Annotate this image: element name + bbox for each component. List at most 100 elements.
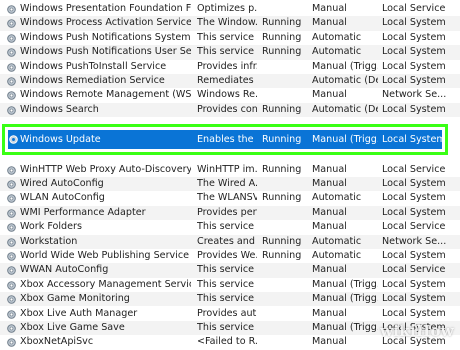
service-row-windows-update[interactable]: Windows Update Enables the ... Running M… — [8, 130, 444, 149]
gear-icon — [7, 194, 16, 204]
service-row[interactable]: World Wide Web Publishing Service Provide… — [0, 249, 460, 263]
service-row[interactable]: Windows Remote Management (WS-Man... Wind… — [0, 88, 460, 102]
gear-icon — [7, 5, 16, 14]
service-startup-type: Automatic — [312, 192, 362, 204]
service-row[interactable]: WLAN AutoConfig The WLANSV... Running Autom… — [0, 191, 460, 205]
service-log-on-as: Local System — [382, 60, 446, 72]
services-list: Windows Presentation Foundation Font C..… — [0, 0, 460, 347]
service-startup-type: Automatic — [312, 46, 362, 58]
service-name: Windows Update — [20, 134, 101, 145]
service-row[interactable]: WMI Performance Adapter Provides perf... M… — [0, 205, 460, 221]
service-row[interactable]: Xbox Live Auth Manager Provides aut... Man… — [0, 307, 460, 321]
service-startup-type: Manual — [312, 336, 347, 348]
service-name: XboxNetApiSvc — [20, 336, 94, 348]
gear-icon — [7, 324, 16, 333]
service-row[interactable]: Windows Process Activation Service The Wi… — [0, 16, 460, 31]
service-startup-type: Manual — [312, 163, 347, 175]
gear-icon — [7, 165, 16, 175]
service-row[interactable]: Workstation Creates and ... Running Automat… — [0, 234, 460, 249]
gear-icon — [7, 266, 16, 276]
service-log-on-as: Local System — [382, 249, 446, 261]
service-status: Running — [262, 17, 302, 29]
service-name: Xbox Live Game Save — [20, 321, 125, 333]
service-description: This service r... — [197, 31, 257, 43]
service-name: Xbox Live Auth Manager — [20, 307, 138, 319]
service-log-on-as: Local System — [382, 46, 446, 58]
service-log-on-as: Local System — [382, 103, 446, 115]
service-description: Remediates ... — [197, 75, 257, 86]
service-startup-type: Manual — [312, 3, 347, 14]
service-description: Provides con... — [197, 103, 257, 115]
service-description: This service h... — [197, 46, 257, 58]
service-row[interactable]: Windows Search Provides con... Running Auto… — [0, 102, 460, 118]
service-log-on-as: Local System — [382, 206, 446, 218]
gear-icon — [7, 252, 16, 261]
service-startup-type: Manual — [312, 177, 347, 189]
service-description: This service ... — [197, 321, 257, 333]
service-description: Provides perf... — [197, 206, 257, 218]
service-name: Windows Push Notifications System Servic… — [20, 31, 191, 43]
service-row[interactable]: Windows Push Notifications User Service_… — [0, 45, 460, 60]
service-log-on-as: Network Se... — [382, 235, 447, 247]
service-name: WWAN AutoConfig — [20, 264, 109, 276]
service-log-on-as: Local System — [382, 75, 446, 86]
service-log-on-as: Local Service — [382, 3, 446, 14]
service-name: Windows Search — [20, 103, 99, 115]
service-row[interactable]: Xbox Game Monitoring This service ... Manu… — [0, 292, 460, 307]
gear-icon — [7, 77, 16, 86]
service-name: WLAN AutoConfig — [20, 192, 105, 204]
service-log-on-as: Local Service — [382, 264, 446, 276]
service-row[interactable]: WinHTTP Web Proxy Auto-Discovery Service… — [0, 163, 460, 177]
service-startup-type: Manual — [312, 221, 347, 233]
service-row[interactable]: Windows PushToInstall Service Provides in… — [0, 60, 460, 74]
service-startup-type: Manual — [312, 89, 347, 101]
service-name: Windows Presentation Foundation Font C..… — [20, 3, 191, 14]
service-row[interactable]: WWAN AutoConfig This service ... Manual Loc… — [0, 263, 460, 278]
service-status: Running — [262, 31, 302, 43]
service-description: Provides infr... — [197, 60, 257, 72]
service-startup-type: Manual — [312, 264, 347, 276]
service-log-on-as: Local System — [382, 177, 446, 189]
gear-icon — [7, 309, 16, 319]
service-name: Workstation — [20, 235, 78, 247]
service-description: Provides We... — [197, 249, 257, 261]
service-log-on-as: Local Service — [382, 163, 446, 175]
service-row[interactable]: Wired AutoConfig The Wired A... Manual Loca… — [0, 176, 460, 192]
gear-icon — [7, 280, 16, 290]
service-description: Enables the ... — [197, 134, 257, 145]
gear-icon — [7, 208, 16, 218]
service-name: Windows Process Activation Service — [20, 17, 191, 29]
service-name: Windows Push Notifications User Service_… — [20, 46, 191, 58]
service-description: The Wired A... — [197, 177, 257, 189]
gear-icon — [7, 338, 16, 348]
wikihow-watermark: wikiHow — [380, 322, 454, 340]
gear-icon — [7, 105, 16, 115]
service-row[interactable]: Work Folders This service ... Manual Local … — [0, 220, 460, 234]
service-description: This service ... — [197, 293, 257, 305]
service-description: WinHTTP im... — [197, 163, 257, 175]
service-log-on-as: Local System — [382, 192, 446, 204]
gear-icon — [7, 62, 16, 72]
service-status: Running — [262, 103, 302, 115]
service-description: The Window... — [197, 17, 257, 29]
service-status: Running — [262, 134, 302, 145]
gear-icon — [9, 135, 18, 144]
service-startup-type: Manual (Trigg... — [312, 134, 378, 145]
service-startup-type: Manual — [312, 206, 347, 218]
service-description: The WLANSV... — [197, 192, 257, 204]
gear-icon — [7, 33, 16, 43]
service-row[interactable]: Windows Presentation Foundation Font C..… — [0, 2, 460, 16]
gear-icon — [7, 19, 16, 29]
service-name: Windows Remote Management (WS-Man... — [20, 89, 191, 101]
gear-icon — [7, 295, 16, 304]
service-name: WinHTTP Web Proxy Auto-Discovery Service — [20, 163, 191, 175]
service-row[interactable]: Windows Remediation Service Remediates ..… — [0, 74, 460, 89]
service-row[interactable]: Xbox Accessory Management Service This se… — [0, 278, 460, 292]
service-row[interactable]: Windows Push Notifications System Servic… — [0, 31, 460, 45]
service-status: Running — [262, 249, 302, 261]
service-name: WMI Performance Adapter — [20, 206, 146, 218]
service-log-on-as: Local System — [382, 134, 444, 145]
service-startup-type: Automatic (De... — [312, 103, 378, 115]
service-startup-type: Manual — [312, 17, 347, 29]
service-startup-type: Manual (Trigg... — [312, 293, 378, 305]
